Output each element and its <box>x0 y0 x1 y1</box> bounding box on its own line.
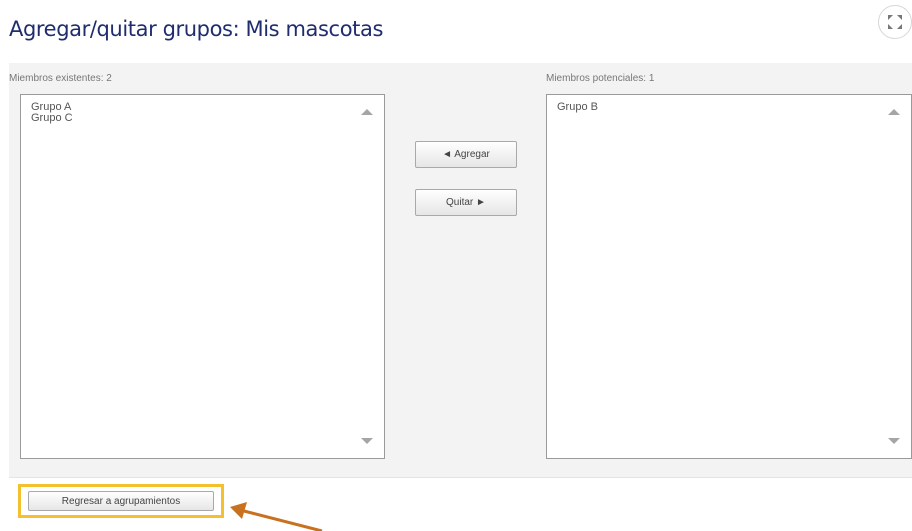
group-selector-panel: Miembros existentes: 2 Grupo A Grupo C ◄… <box>9 63 912 478</box>
existing-members-listbox[interactable]: Grupo A Grupo C <box>20 94 385 459</box>
expand-icon <box>888 15 902 29</box>
annotation-arrow <box>230 502 323 531</box>
existing-members-options: Grupo A Grupo C <box>31 102 73 124</box>
potential-scrollbar[interactable] <box>875 95 911 458</box>
potential-members-listbox[interactable]: Grupo B <box>546 94 912 459</box>
page-title: Agregar/quitar grupos: Mis mascotas <box>9 17 383 41</box>
potential-members-label: Miembros potenciales: 1 <box>546 73 655 84</box>
add-button[interactable]: ◄ Agregar <box>415 141 517 168</box>
existing-members-label: Miembros existentes: 2 <box>9 73 112 84</box>
scroll-down-arrow-icon[interactable] <box>361 438 373 444</box>
list-item[interactable]: Grupo C <box>31 113 73 124</box>
back-button-highlight: Regresar a agrupamientos <box>18 484 224 518</box>
scroll-up-arrow-icon[interactable] <box>888 109 900 115</box>
existing-scrollbar[interactable] <box>348 95 384 458</box>
remove-button[interactable]: Quitar ► <box>415 189 517 216</box>
scroll-up-arrow-icon[interactable] <box>361 109 373 115</box>
list-item[interactable]: Grupo B <box>557 102 598 113</box>
back-to-groupings-button[interactable]: Regresar a agrupamientos <box>28 491 214 511</box>
potential-members-options: Grupo B <box>557 102 598 113</box>
expand-button[interactable] <box>878 5 912 39</box>
scroll-down-arrow-icon[interactable] <box>888 438 900 444</box>
